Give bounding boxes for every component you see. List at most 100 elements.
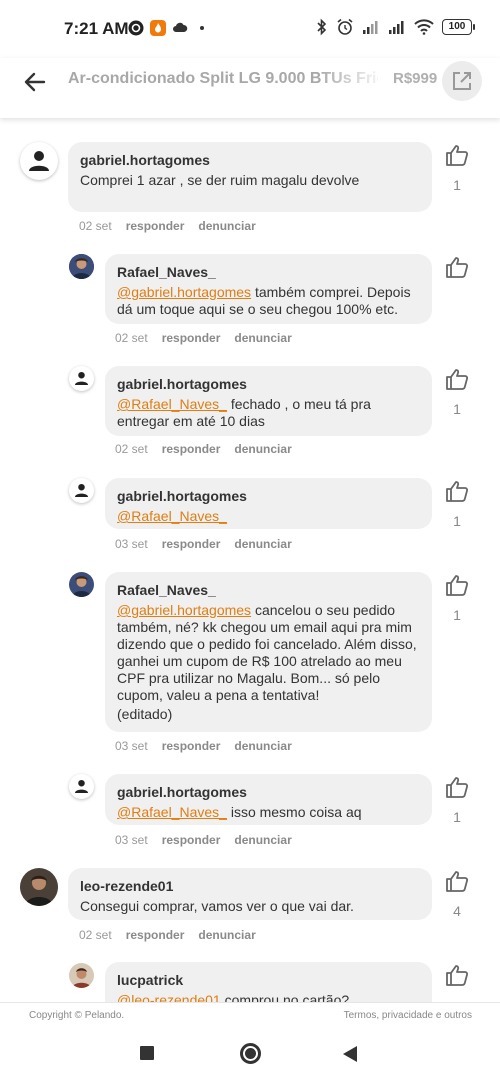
comment-author[interactable]: lucpatrick	[117, 972, 420, 989]
status-time: 7:21 AM	[64, 19, 129, 38]
comment-author[interactable]: gabriel.hortagomes	[80, 152, 420, 169]
signal-icon	[363, 21, 378, 34]
report-button[interactable]: denunciar	[234, 739, 291, 753]
comment-author[interactable]: gabriel.hortagomes	[117, 376, 420, 393]
like-button[interactable]: 4	[444, 870, 470, 919]
comment-bubble: gabriel.hortagomes @Rafael_Naves_ isso m…	[105, 774, 432, 825]
notification-icons	[128, 20, 210, 36]
thumbs-up-icon	[446, 481, 469, 502]
comment-date: 03 set	[115, 833, 148, 847]
comment-text: @gabriel.hortagomes cancelou o seu pedid…	[117, 602, 417, 703]
mention-link[interactable]: @gabriel.hortagomes	[117, 284, 251, 300]
terms-link[interactable]: Termos, privacidade e outros	[344, 1010, 472, 1021]
comment-date: 02 set	[115, 442, 148, 456]
comment-text: Comprei 1 azar , se der ruim magalu devo…	[80, 172, 360, 188]
report-button[interactable]: denunciar	[234, 331, 291, 345]
user-icon	[29, 151, 49, 171]
like-button[interactable]: 1	[444, 480, 470, 529]
mention-link[interactable]: @Rafael_Naves_	[117, 508, 227, 524]
avatar[interactable]	[69, 366, 94, 391]
report-button[interactable]: denunciar	[234, 442, 291, 456]
comment-meta: 02 set responder denunciar	[115, 442, 306, 456]
comment-date: 02 set	[79, 219, 112, 233]
home-button[interactable]	[240, 1043, 261, 1064]
cloud-icon	[173, 22, 188, 32]
avatar[interactable]	[69, 774, 94, 799]
edited-label: (editado)	[117, 706, 173, 722]
like-button[interactable]	[444, 256, 470, 283]
thumbs-up-icon	[446, 575, 469, 596]
open-link-button[interactable]	[442, 61, 482, 101]
reply-button[interactable]: responder	[162, 442, 221, 456]
report-button[interactable]: denunciar	[198, 219, 255, 233]
top-bar: Ar-condicionado Split LG 9.000 BTUs Frio…	[0, 58, 500, 118]
page-footer: Copyright © Pelando. Termos, privacidade…	[0, 1002, 500, 1026]
avatar[interactable]	[69, 572, 94, 597]
reply-button[interactable]: responder	[162, 537, 221, 551]
system-icons: 100	[316, 18, 475, 36]
comment-date: 03 set	[115, 739, 148, 753]
wifi-icon	[414, 19, 434, 35]
comment-author[interactable]: gabriel.hortagomes	[117, 784, 420, 801]
avatar[interactable]	[20, 868, 58, 906]
mention-link[interactable]: @Rafael_Naves_	[117, 804, 227, 820]
comment-author[interactable]: Rafael_Naves_	[117, 264, 420, 281]
like-count: 1	[453, 809, 461, 825]
comment-text: Consegui comprar, vamos ver o que vai da…	[80, 898, 354, 914]
comment-text: @gabriel.hortagomes também comprei. Depo…	[117, 284, 411, 317]
thumbs-up-icon	[446, 871, 469, 892]
avatar[interactable]	[69, 254, 94, 279]
back-button[interactable]	[343, 1046, 357, 1062]
comment-meta: 02 set responder denunciar	[79, 219, 270, 233]
comment-meta: 02 set responder denunciar	[115, 331, 306, 345]
user-photo-icon	[69, 254, 94, 279]
user-photo-icon	[20, 868, 58, 906]
thumbs-up-icon	[446, 369, 469, 390]
reply-button[interactable]: responder	[126, 928, 185, 942]
comment-author[interactable]: gabriel.hortagomes	[117, 488, 420, 505]
comment-author[interactable]: leo-rezende01	[80, 878, 420, 895]
comment-date: 03 set	[115, 537, 148, 551]
mention-link[interactable]: @gabriel.hortagomes	[117, 602, 251, 618]
fire-app-icon	[150, 20, 166, 36]
report-button[interactable]: denunciar	[234, 537, 291, 551]
report-button[interactable]: denunciar	[234, 833, 291, 847]
like-count: 4	[453, 903, 461, 919]
like-button[interactable]: 1	[444, 368, 470, 417]
reply-button[interactable]: responder	[126, 219, 185, 233]
like-button[interactable]: 1	[444, 144, 470, 193]
comment-bubble: gabriel.hortagomes Comprei 1 azar , se d…	[68, 142, 432, 212]
reply-button[interactable]: responder	[162, 739, 221, 753]
comment-bubble: gabriel.hortagomes @Rafael_Naves_ fechad…	[105, 366, 432, 436]
like-button[interactable]: 1	[444, 776, 470, 825]
comment-text: @Rafael_Naves_ isso mesmo coisa aq	[117, 804, 362, 820]
comment-meta: 03 set responder denunciar	[115, 537, 306, 551]
comment-author[interactable]: Rafael_Naves_	[117, 582, 420, 599]
avatar[interactable]	[20, 142, 58, 180]
recents-button[interactable]	[140, 1046, 154, 1060]
reply-button[interactable]: responder	[162, 833, 221, 847]
comment-date: 02 set	[115, 331, 148, 345]
signal-2-icon	[389, 21, 404, 34]
like-count: 1	[453, 607, 461, 623]
comment-text: @Rafael_Naves_ fechado , o meu tá pra en…	[117, 396, 371, 429]
dot-icon	[200, 26, 204, 30]
comment-bubble: gabriel.hortagomes @Rafael_Naves_	[105, 478, 432, 529]
thumbs-up-icon	[446, 257, 469, 278]
user-photo-icon	[69, 963, 94, 988]
bluetooth-icon	[317, 18, 327, 36]
avatar[interactable]	[69, 963, 94, 988]
status-bar: 7:21 AM 100	[0, 0, 500, 58]
avatar[interactable]	[69, 478, 94, 503]
comment-text: @Rafael_Naves_	[117, 508, 420, 525]
thumbs-up-icon	[446, 965, 469, 986]
reply-button[interactable]: responder	[162, 331, 221, 345]
like-button[interactable]: 1	[444, 574, 470, 623]
comment-date: 02 set	[79, 928, 112, 942]
user-photo-icon	[69, 572, 94, 597]
back-arrow-icon[interactable]	[22, 69, 48, 95]
like-button[interactable]	[444, 964, 470, 991]
mention-link[interactable]: @Rafael_Naves_	[117, 396, 227, 412]
report-button[interactable]: denunciar	[198, 928, 255, 942]
thumbs-up-icon	[446, 145, 469, 166]
